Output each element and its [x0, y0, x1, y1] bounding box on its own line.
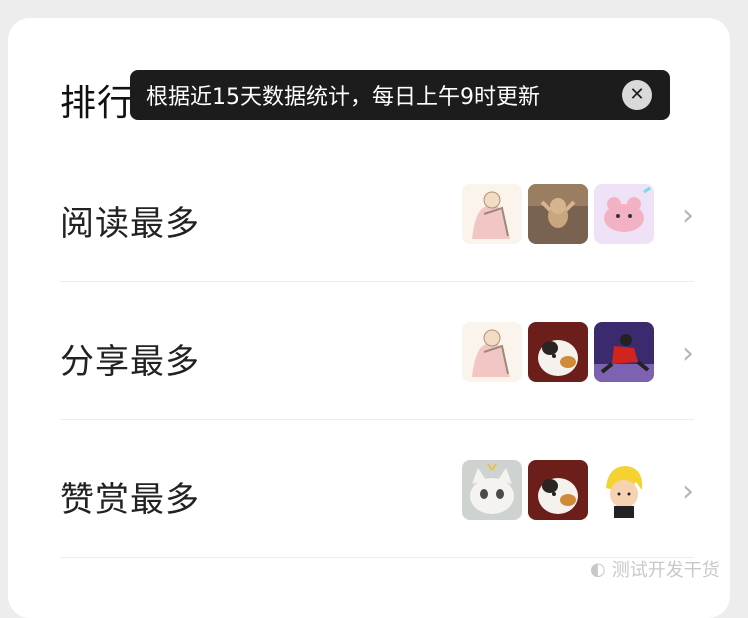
rank-row-label: 赞赏最多	[60, 480, 200, 520]
info-tooltip: 根据近15天数据统计，每日上午9时更新 ✕	[130, 70, 670, 120]
avatar	[462, 184, 522, 244]
divider	[60, 419, 694, 420]
avatar	[462, 322, 522, 382]
watermark: ◐ 测试开发干货	[590, 556, 720, 582]
rank-row-label: 阅读最多	[60, 204, 200, 244]
rank-row-label: 分享最多	[60, 342, 200, 382]
chevron-right-icon: ›	[682, 198, 694, 233]
rank-row-most-shared[interactable]: 分享最多 ›	[60, 290, 694, 420]
chevron-right-icon: ›	[682, 474, 694, 509]
close-icon[interactable]: ✕	[622, 80, 652, 110]
avatar	[594, 322, 654, 382]
rank-row-most-tipped[interactable]: 赞赏最多 ›	[60, 428, 694, 558]
divider	[60, 281, 694, 282]
chevron-right-icon: ›	[682, 336, 694, 371]
watermark-text: 测试开发干货	[611, 560, 720, 581]
avatar	[594, 184, 654, 244]
wechat-icon: ◐	[590, 558, 606, 580]
avatar	[528, 184, 588, 244]
avatar	[528, 460, 588, 520]
avatar	[528, 322, 588, 382]
avatar	[462, 460, 522, 520]
avatar	[594, 460, 654, 520]
rank-row-most-read[interactable]: 阅读最多 ›	[60, 152, 694, 282]
tooltip-text: 根据近15天数据统计，每日上午9时更新	[146, 85, 540, 110]
